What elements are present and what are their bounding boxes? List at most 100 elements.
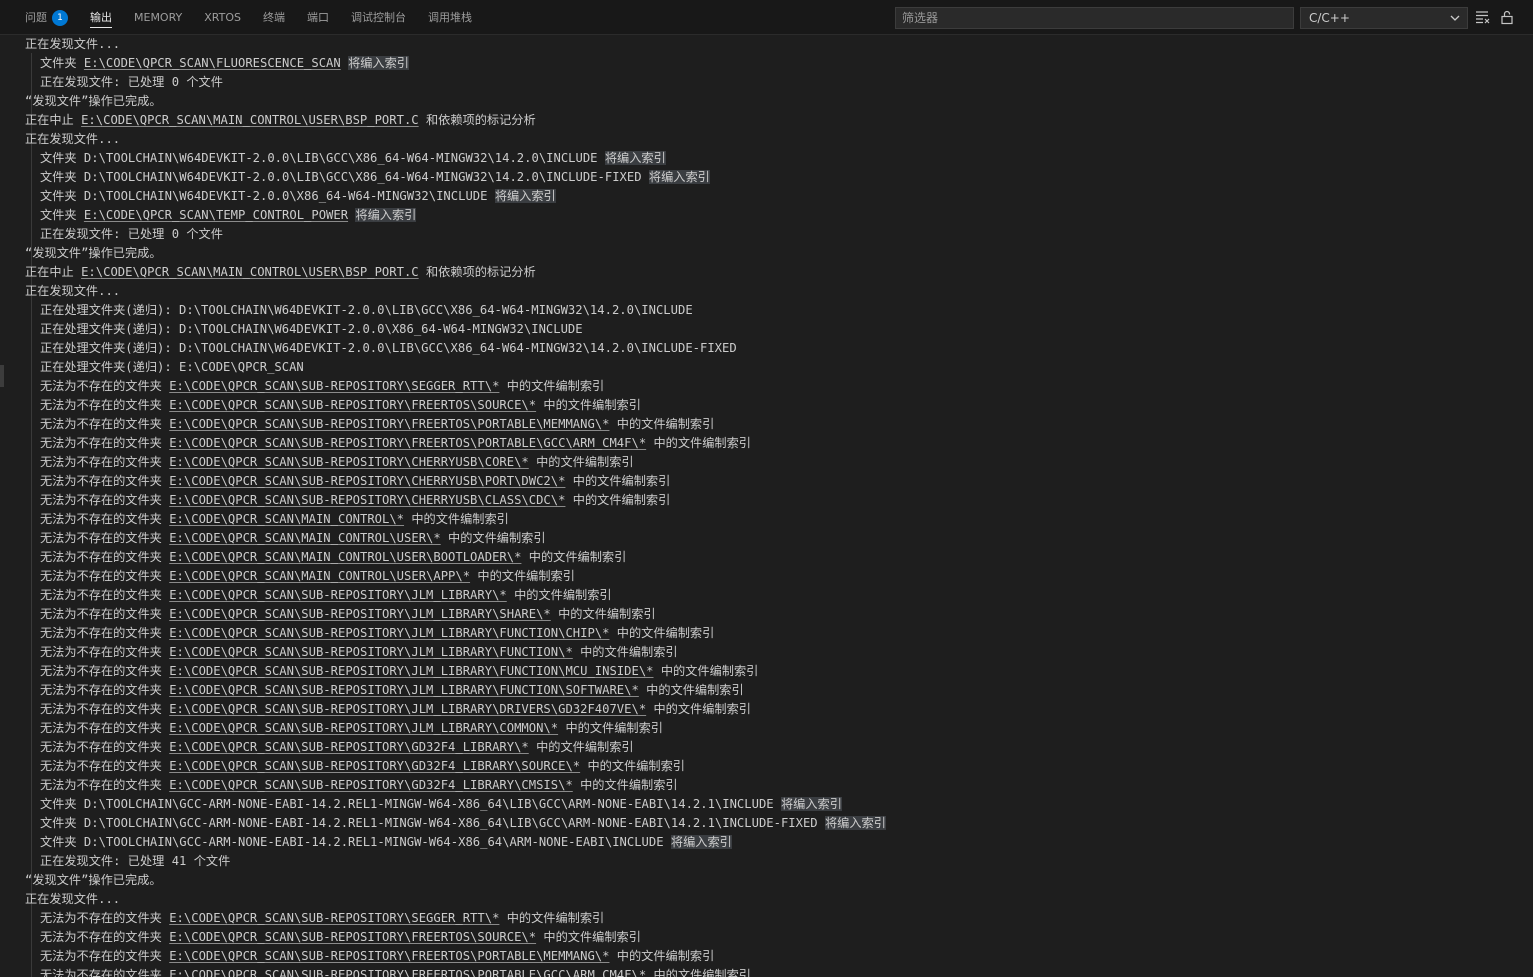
line-text: 文件夹 D:\TOOLCHAIN\GCC-ARM-NONE-EABI-14.2.…	[40, 835, 671, 849]
file-path-link[interactable]: E:\CODE\QPCR_SCAN\SUB-REPOSITORY\CHERRYU…	[169, 455, 529, 469]
output-line: 无法为不存在的文件夹 E:\CODE\QPCR_SCAN\MAIN_CONTRO…	[25, 510, 886, 529]
highlighted-text: 将编入索引	[348, 56, 409, 70]
line-text: 中的文件编制索引	[536, 398, 641, 412]
file-path-link[interactable]: E:\CODE\QPCR_SCAN\TEMP_CONTROL_POWER	[84, 208, 348, 222]
tab-terminal[interactable]: 终端	[252, 0, 296, 35]
file-path-link[interactable]: E:\CODE\QPCR_SCAN\SUB-REPOSITORY\GD32F4_…	[169, 778, 573, 792]
file-path-link[interactable]: E:\CODE\QPCR_SCAN\SUB-REPOSITORY\FREERTO…	[169, 398, 536, 412]
line-text: 正在中止	[25, 113, 82, 127]
line-text: 无法为不存在的文件夹	[40, 626, 170, 640]
file-path-link[interactable]: E:\CODE\QPCR_SCAN\MAIN_CONTROL\USER\BSP_…	[81, 113, 419, 127]
file-path-link[interactable]: E:\CODE\QPCR_SCAN\SUB-REPOSITORY\JLM_LIB…	[169, 626, 609, 640]
output-line: 无法为不存在的文件夹 E:\CODE\QPCR_SCAN\SUB-REPOSIT…	[25, 396, 886, 415]
output-line: 无法为不存在的文件夹 E:\CODE\QPCR_SCAN\SUB-REPOSIT…	[25, 586, 886, 605]
file-path-link[interactable]: E:\CODE\QPCR_SCAN\SUB-REPOSITORY\JLM_LIB…	[169, 721, 558, 735]
file-path-link[interactable]: E:\CODE\QPCR_SCAN\SUB-REPOSITORY\GD32F4_…	[169, 759, 580, 773]
file-path-link[interactable]: E:\CODE\QPCR_SCAN\SUB-REPOSITORY\JLM_LIB…	[169, 683, 639, 697]
output-line: “发现文件”操作已完成。	[25, 871, 886, 890]
tab-label: MEMORY	[134, 11, 183, 24]
file-path-link[interactable]: E:\CODE\QPCR_SCAN\SUB-REPOSITORY\FREERTO…	[169, 417, 609, 431]
file-path-link[interactable]: E:\CODE\QPCR_SCAN\MAIN_CONTROL\*	[169, 512, 404, 526]
file-path-link[interactable]: E:\CODE\QPCR_SCAN\MAIN_CONTROL\USER\*	[169, 531, 441, 545]
output-line: 正在发现文件...	[25, 890, 886, 909]
tab-debug-console[interactable]: 调试控制台	[340, 0, 417, 35]
file-path-link[interactable]: E:\CODE\QPCR_SCAN\SUB-REPOSITORY\JLM_LIB…	[169, 702, 646, 716]
line-text: 正在处理文件夹(递归): E:\CODE\QPCR_SCAN	[40, 360, 304, 374]
line-text: 无法为不存在的文件夹	[40, 531, 170, 545]
line-text: 正在发现文件...	[25, 892, 121, 906]
file-path-link[interactable]: E:\CODE\QPCR_SCAN\SUB-REPOSITORY\FREERTO…	[169, 436, 646, 450]
clear-output-icon[interactable]	[1475, 9, 1491, 25]
file-path-link[interactable]: E:\CODE\QPCR_SCAN\SUB-REPOSITORY\FREERTO…	[169, 930, 536, 944]
output-line: “发现文件”操作已完成。	[25, 92, 886, 111]
tab-label: XRTOS	[204, 11, 241, 24]
tab-call-stack[interactable]: 调用堆栈	[417, 0, 483, 35]
file-path-link[interactable]: E:\CODE\QPCR_SCAN\FLUORESCENCE_SCAN	[84, 56, 341, 70]
file-path-link[interactable]: E:\CODE\QPCR_SCAN\MAIN_CONTROL\USER\BSP_…	[81, 265, 419, 279]
output-line: 无法为不存在的文件夹 E:\CODE\QPCR_SCAN\SUB-REPOSIT…	[25, 662, 886, 681]
line-text: 中的文件编制索引	[609, 417, 715, 431]
tab-output[interactable]: 输出	[79, 0, 123, 35]
line-text: “发现文件”操作已完成。	[25, 246, 162, 260]
line-text: 无法为不存在的文件夹	[40, 607, 170, 621]
highlighted-text: 将编入索引	[494, 189, 556, 203]
line-text: 无法为不存在的文件夹	[40, 417, 170, 431]
line-text: 中的文件编制索引	[506, 588, 612, 602]
output-line: 正在处理文件夹(递归): E:\CODE\QPCR_SCAN	[25, 358, 886, 377]
output-line: 无法为不存在的文件夹 E:\CODE\QPCR_SCAN\SUB-REPOSIT…	[25, 909, 886, 928]
line-text: 中的文件编制索引	[499, 379, 605, 393]
output-line: “发现文件”操作已完成。	[25, 244, 886, 263]
line-text: 中的文件编制索引	[580, 759, 685, 773]
line-text: 和依赖项的标记分析	[418, 113, 536, 127]
file-path-link[interactable]: E:\CODE\QPCR_SCAN\SUB-REPOSITORY\JLM_LIB…	[169, 588, 507, 602]
line-text: 无法为不存在的文件夹	[40, 930, 170, 944]
output-view[interactable]: 正在发现文件... 文件夹 E:\CODE\QPCR_SCAN\FLUORESCE…	[0, 35, 1533, 977]
output-line: 无法为不存在的文件夹 E:\CODE\QPCR_SCAN\SUB-REPOSIT…	[25, 624, 886, 643]
line-text: 文件夹 D:\TOOLCHAIN\GCC-ARM-NONE-EABI-14.2.…	[40, 797, 781, 811]
line-text: 中的文件编制索引	[499, 911, 605, 925]
line-text: 无法为不存在的文件夹	[40, 740, 170, 754]
file-path-link[interactable]: E:\CODE\QPCR_SCAN\SUB-REPOSITORY\SEGGER_…	[169, 911, 499, 925]
output-line: 无法为不存在的文件夹 E:\CODE\QPCR_SCAN\MAIN_CONTRO…	[25, 529, 886, 548]
line-text: 中的文件编制索引	[565, 493, 671, 507]
line-text: 中的文件编制索引	[609, 949, 715, 963]
file-path-link[interactable]: E:\CODE\QPCR_SCAN\SUB-REPOSITORY\CHERRYU…	[169, 493, 565, 507]
file-path-link[interactable]: E:\CODE\QPCR_SCAN\SUB-REPOSITORY\SEGGER_…	[169, 379, 499, 393]
line-text: 中的文件编制索引	[528, 740, 634, 754]
output-channel-select[interactable]: C/C++	[1300, 7, 1468, 29]
tab-xrtos[interactable]: XRTOS	[193, 0, 252, 35]
tab-ports[interactable]: 端口	[296, 0, 340, 35]
tab-memory[interactable]: MEMORY	[123, 0, 193, 35]
problems-count-badge: 1	[52, 9, 68, 26]
filter-input[interactable]	[895, 7, 1294, 29]
line-text: 正在处理文件夹(递归): D:\TOOLCHAIN\W64DEVKIT-2.0.…	[40, 303, 693, 317]
output-line: 无法为不存在的文件夹 E:\CODE\QPCR_SCAN\SUB-REPOSIT…	[25, 453, 886, 472]
file-path-link[interactable]: E:\CODE\QPCR_SCAN\MAIN_CONTROL\USER\BOOT…	[169, 550, 521, 564]
file-path-link[interactable]: E:\CODE\QPCR_SCAN\SUB-REPOSITORY\CHERRYU…	[169, 474, 565, 488]
line-text: 无法为不存在的文件夹	[40, 569, 170, 583]
file-path-link[interactable]: E:\CODE\QPCR_SCAN\SUB-REPOSITORY\GD32F4_…	[169, 740, 529, 754]
file-path-link[interactable]: E:\CODE\QPCR_SCAN\SUB-REPOSITORY\FREERTO…	[169, 968, 646, 977]
tab-label: 端口	[307, 11, 329, 24]
output-line: 无法为不存在的文件夹 E:\CODE\QPCR_SCAN\MAIN_CONTRO…	[25, 567, 886, 586]
output-line: 无法为不存在的文件夹 E:\CODE\QPCR_SCAN\SUB-REPOSIT…	[25, 719, 886, 738]
output-line: 文件夹 D:\TOOLCHAIN\W64DEVKIT-2.0.0\LIB\GCC…	[25, 149, 886, 168]
line-text: 和依赖项的标记分析	[418, 265, 536, 279]
line-text: 中的文件编制索引	[572, 778, 678, 792]
file-path-link[interactable]: E:\CODE\QPCR_SCAN\SUB-REPOSITORY\FREERTO…	[169, 949, 609, 963]
output-line: 正在处理文件夹(递归): D:\TOOLCHAIN\W64DEVKIT-2.0.…	[25, 301, 886, 320]
file-path-link[interactable]: E:\CODE\QPCR_SCAN\SUB-REPOSITORY\JLM_LIB…	[169, 664, 653, 678]
tab-problems[interactable]: 问题 1	[14, 0, 79, 35]
line-text: 无法为不存在的文件夹	[40, 664, 170, 678]
unlock-icon[interactable]	[1499, 9, 1515, 25]
output-line: 正在发现文件...	[25, 35, 886, 54]
line-text: 正在中止	[25, 265, 82, 279]
line-text: 中的文件编制索引	[470, 569, 575, 583]
line-text: 无法为不存在的文件夹	[40, 512, 170, 526]
file-path-link[interactable]: E:\CODE\QPCR_SCAN\SUB-REPOSITORY\JLM_LIB…	[169, 607, 551, 621]
output-line: 无法为不存在的文件夹 E:\CODE\QPCR_SCAN\MAIN_CONTRO…	[25, 548, 886, 567]
file-path-link[interactable]: E:\CODE\QPCR_SCAN\SUB-REPOSITORY\JLM_LIB…	[169, 645, 573, 659]
output-line: 无法为不存在的文件夹 E:\CODE\QPCR_SCAN\SUB-REPOSIT…	[25, 757, 886, 776]
file-path-link[interactable]: E:\CODE\QPCR_SCAN\MAIN_CONTROL\USER\APP\…	[169, 569, 470, 583]
line-text: 无法为不存在的文件夹	[40, 474, 170, 488]
